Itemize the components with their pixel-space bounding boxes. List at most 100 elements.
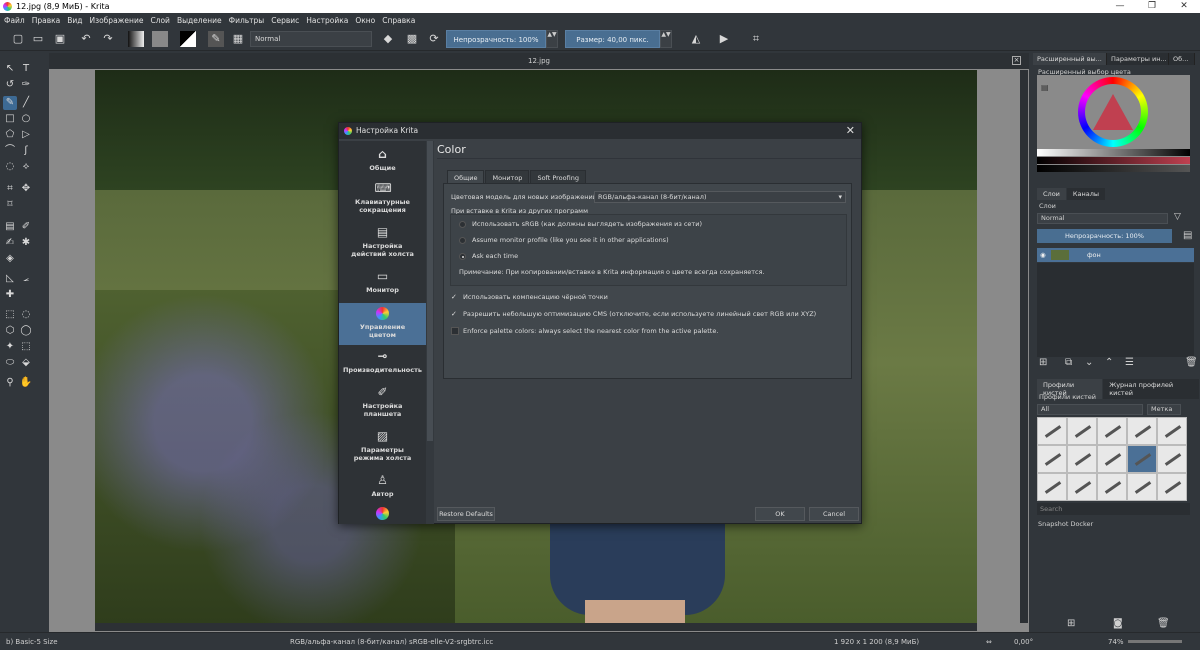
select-shapes-tool-icon[interactable]: ↖ (3, 62, 17, 76)
wrap-around-icon[interactable]: ⌗ (748, 31, 764, 47)
layer-name[interactable]: фон (1087, 248, 1101, 262)
tab-layers[interactable]: Слои (1037, 188, 1066, 200)
tab-advanced-color-selector[interactable]: Расширенный вы... (1033, 53, 1107, 65)
hue-ring[interactable] (1078, 77, 1148, 147)
menu-help[interactable]: Справка (382, 16, 415, 25)
canvas-horizontal-scrollbar[interactable] (95, 623, 977, 631)
brush-preset[interactable] (1037, 417, 1067, 445)
move-layer-down-icon[interactable]: ⌄ (1085, 357, 1093, 368)
menu-select[interactable]: Выделение (177, 16, 222, 25)
opacity-slider[interactable]: Непрозрачность: 100% (446, 30, 546, 48)
restore-defaults-button[interactable]: Restore Defaults (437, 507, 495, 521)
brush-preset[interactable] (1157, 473, 1187, 501)
cancel-button[interactable]: Cancel (809, 507, 859, 521)
delete-snapshot-icon[interactable]: 🗑 (1157, 618, 1170, 629)
radio-use-srgb[interactable] (459, 221, 466, 228)
size-slider[interactable]: Размер: 40,00 пикс. (565, 30, 660, 48)
brush-preset[interactable] (1127, 473, 1157, 501)
move-layer-up-icon[interactable]: ⌃ (1105, 357, 1113, 368)
layer-filter-icon[interactable]: ▽ (1174, 212, 1181, 222)
polyline-tool-icon[interactable]: ▷ (19, 128, 33, 142)
freehand-path-tool-icon[interactable]: ʃ (19, 144, 33, 158)
canvas-tab[interactable]: 12.jpg × (49, 53, 1029, 69)
add-snapshot-icon[interactable]: ⊞ (1067, 618, 1075, 629)
brush-preset[interactable] (1037, 445, 1067, 473)
zoom-tool-icon[interactable]: ⚲ (3, 376, 17, 390)
tab-overview[interactable]: Об... (1169, 53, 1195, 65)
brush-preset[interactable] (1127, 417, 1157, 445)
layer-blend-combo[interactable]: Normal (1037, 213, 1168, 224)
grid-icon[interactable]: ▦ (230, 31, 246, 47)
delete-layer-icon[interactable]: 🗑 (1185, 357, 1198, 368)
measure-tool-icon[interactable]: ⦟ (19, 272, 33, 286)
tab-tool-options[interactable]: Параметры ин... (1107, 53, 1169, 65)
ok-button[interactable]: OK (755, 507, 805, 521)
duplicate-layer-icon[interactable]: ⧉ (1065, 357, 1072, 368)
pan-tool-icon[interactable]: ✋ (19, 376, 33, 390)
gradient-swatch-icon[interactable] (128, 31, 144, 47)
brush-preset[interactable] (1097, 445, 1127, 473)
menu-settings[interactable]: Настройка (306, 16, 348, 25)
close-window-button[interactable]: ✕ (1168, 0, 1200, 13)
nav-scrollbar[interactable] (426, 141, 434, 524)
radio-monitor-profile[interactable] (459, 237, 466, 244)
layer-opacity-slider[interactable]: Непрозрачность: 100% (1037, 229, 1172, 243)
alpha-lock-icon[interactable]: ▩ (404, 31, 420, 47)
colorize-mask-tool-icon[interactable]: ✱ (19, 236, 33, 250)
lightness-slider[interactable] (1037, 165, 1190, 172)
checkbox-black-point-label[interactable]: Использовать компенсацию чёрной точки (463, 293, 608, 301)
nav-canvas-actions[interactable]: ▤ Настройка действий холста (339, 225, 426, 269)
add-layer-icon[interactable]: ⊞ (1039, 357, 1047, 368)
opacity-spin[interactable]: ▲▼ (546, 30, 558, 48)
checkbox-enforce-palette[interactable] (451, 327, 459, 335)
checkbox-cms-optimization-label[interactable]: Разрешить небольшую оптимизацию CMS (отк… (463, 310, 816, 318)
nav-performance[interactable]: ⊸ Производительность (339, 349, 426, 383)
menu-image[interactable]: Изображение (90, 16, 144, 25)
nav-general[interactable]: ⌂ Общие (339, 147, 426, 181)
radio-use-srgb-label[interactable]: Использовать sRGB (как должны выглядеть … (472, 220, 702, 228)
polygon-tool-icon[interactable]: ⬠ (3, 128, 17, 142)
checkbox-enforce-palette-label[interactable]: Enforce palette colors: always select th… (463, 327, 718, 335)
value-slider[interactable] (1037, 149, 1190, 156)
bezier-tool-icon[interactable]: ⌒ (3, 144, 17, 158)
ellipse-select-tool-icon[interactable]: ◌ (19, 308, 33, 322)
radio-monitor-profile-label[interactable]: Assume monitor profile (like you see it … (472, 236, 669, 244)
text-tool-icon[interactable]: T (19, 62, 33, 76)
nav-scroll-thumb[interactable] (427, 141, 433, 441)
visibility-eye-icon[interactable]: ◉ (1040, 248, 1046, 262)
menu-window[interactable]: Окно (355, 16, 375, 25)
rotation-icon[interactable]: ⇔ (986, 638, 992, 646)
line-tool-icon[interactable]: ╱ (19, 96, 33, 110)
fill-tool-icon[interactable]: ◈ (3, 252, 17, 266)
brush-preset[interactable] (1067, 417, 1097, 445)
saturation-slider[interactable] (1037, 157, 1190, 164)
dynamic-brush-tool-icon[interactable]: ◌ (3, 160, 17, 174)
tab-brush-history[interactable]: Журнал профилей кистей (1103, 379, 1199, 399)
ellipse-tool-icon[interactable]: ○ (19, 112, 33, 126)
canvas-vertical-scrollbar[interactable] (1020, 70, 1028, 623)
undo-icon[interactable]: ↶ (78, 31, 94, 47)
move-tool-icon[interactable]: ✥ (19, 182, 33, 196)
nav-display[interactable]: ▭ Монитор (339, 269, 426, 303)
edit-shapes-tool-icon[interactable]: ↺ (3, 78, 17, 92)
redo-icon[interactable]: ↷ (100, 31, 116, 47)
save-icon[interactable]: ▣ (52, 31, 68, 47)
nav-shortcuts[interactable]: ⌨ Клавиатурные сокращения (339, 181, 426, 225)
gradient-tool-icon[interactable]: ▤ (3, 220, 17, 234)
mirror-vertical-icon[interactable]: ▶ (716, 31, 732, 47)
menu-file[interactable]: Файл (4, 16, 25, 25)
checkbox-black-point[interactable]: ✓ (451, 293, 459, 301)
menu-edit[interactable]: Правка (32, 16, 61, 25)
nav-author[interactable]: ♙ Автор (339, 473, 426, 507)
brush-preset[interactable] (1067, 445, 1097, 473)
dialog-close-icon[interactable]: ✕ (846, 123, 855, 139)
brush-preset[interactable] (1067, 473, 1097, 501)
freehand-brush-tool-icon[interactable]: ✎ (3, 96, 17, 110)
smart-patch-tool-icon[interactable]: ✍ (3, 236, 17, 250)
nav-color-management[interactable]: Управление цветом (339, 303, 426, 345)
brush-preset-selected[interactable] (1127, 445, 1157, 473)
assistant-tool-icon[interactable]: ◺ (3, 272, 17, 286)
rect-select-tool-icon[interactable]: ⬚ (3, 308, 17, 322)
blend-mode-combo[interactable]: Normal (250, 31, 372, 47)
fg-bg-color-icon[interactable] (180, 31, 196, 47)
